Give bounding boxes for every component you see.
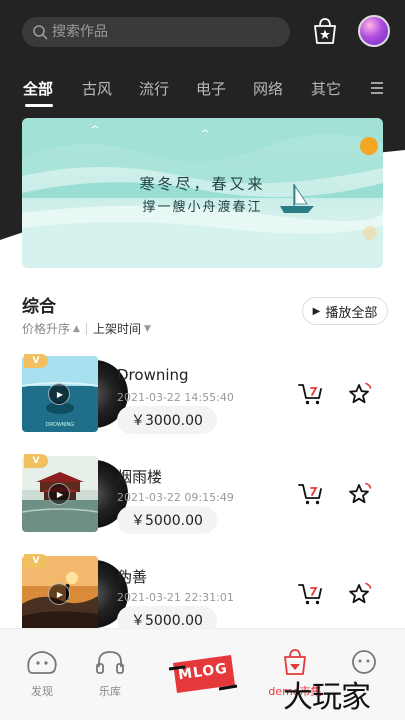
song-cover[interactable]: V ▶ — [22, 554, 128, 636]
sort-divider — [85, 322, 87, 335]
tab-pop[interactable]: 流行 — [139, 78, 169, 99]
tab-all[interactable]: 全部 — [23, 78, 53, 99]
play-icon[interactable]: ▶ — [48, 383, 70, 405]
nav-library[interactable]: 乐库 — [80, 647, 140, 699]
sort-controls: 价格升序 ▲ 上架时间 ▼ — [22, 320, 151, 337]
song-cover[interactable]: DROWNING V ▶ — [22, 354, 128, 436]
song-title: 烟雨楼 — [117, 468, 163, 486]
tab-ancient[interactable]: 古风 — [82, 78, 112, 99]
song-price: ￥3000.00 — [117, 406, 217, 434]
add-to-cart-icon[interactable] — [298, 482, 324, 506]
menu-icon[interactable] — [370, 81, 384, 95]
discover-icon — [27, 651, 57, 674]
tab-electronic[interactable]: 电子 — [196, 78, 226, 99]
song-row[interactable]: DROWNING V ▶ Drowning 2021-03-22 14:55:4… — [0, 354, 405, 446]
song-date: 2021-03-22 09:15:49 — [117, 491, 234, 504]
sort-price-label: 价格升序 — [22, 322, 71, 336]
play-all-label: 播放全部 — [325, 305, 378, 321]
add-to-cart-icon[interactable] — [298, 582, 324, 606]
tab-active-indicator — [25, 104, 53, 107]
section-title: 综合 — [22, 297, 56, 317]
song-title: Drowning — [117, 366, 189, 384]
shopping-bag-icon[interactable] — [310, 16, 340, 46]
nav-discover[interactable]: 发现 — [12, 647, 72, 699]
favorite-star-icon[interactable] — [347, 482, 373, 506]
vip-badge: V — [24, 554, 48, 568]
song-row[interactable]: V ▶ 烟雨楼 2021-03-22 09:15:49 ￥5000.00 — [0, 454, 405, 546]
category-tabs: 全部 古风 流行 电子 网络 其它 — [0, 78, 405, 108]
song-title: 伪善 — [117, 568, 148, 586]
nav-discover-label: 发现 — [31, 685, 53, 698]
promo-banner[interactable]: 寒冬尽，春又来 撑一艘小舟渡春江 — [22, 118, 383, 268]
song-price: ￥5000.00 — [117, 506, 217, 534]
sort-time-label: 上架时间 — [92, 322, 141, 336]
headphones-icon — [96, 651, 124, 674]
add-to-cart-icon[interactable] — [298, 382, 324, 406]
song-date: 2021-03-22 14:55:40 — [117, 391, 234, 404]
mlog-button[interactable]: MLOG — [167, 649, 239, 699]
search-bar[interactable] — [22, 17, 290, 47]
favorite-star-icon[interactable] — [347, 382, 373, 406]
sort-down-icon: ▼ — [143, 323, 151, 334]
sort-release-time[interactable]: 上架时间 ▼ — [93, 320, 151, 337]
song-cover[interactable]: V ▶ — [22, 454, 128, 536]
search-icon — [33, 25, 48, 40]
play-icon: ▶ — [312, 305, 321, 317]
vip-badge: V — [24, 454, 48, 468]
sort-price-asc[interactable]: 价格升序 ▲ — [22, 320, 80, 337]
banner-subtitle: 撑一艘小舟渡春江 — [142, 200, 263, 215]
sort-up-icon: ▲ — [73, 323, 80, 334]
svg-text:DROWNING: DROWNING — [46, 422, 74, 428]
tab-internet[interactable]: 网络 — [253, 78, 283, 99]
play-all-button[interactable]: ▶ 播放全部 — [302, 297, 388, 325]
favorite-star-icon[interactable] — [347, 582, 373, 606]
tab-other[interactable]: 其它 — [311, 78, 341, 99]
play-icon[interactable]: ▶ — [48, 583, 70, 605]
song-date: 2021-03-21 22:31:01 — [117, 591, 234, 604]
vip-badge: V — [24, 354, 48, 368]
search-input[interactable] — [52, 24, 272, 40]
banner-title: 寒冬尽，春又来 — [139, 175, 266, 193]
nav-library-label: 乐库 — [99, 685, 121, 698]
watermark-logo: 大玩家 — [283, 680, 371, 715]
play-icon[interactable]: ▶ — [48, 483, 70, 505]
user-avatar[interactable] — [358, 15, 390, 47]
